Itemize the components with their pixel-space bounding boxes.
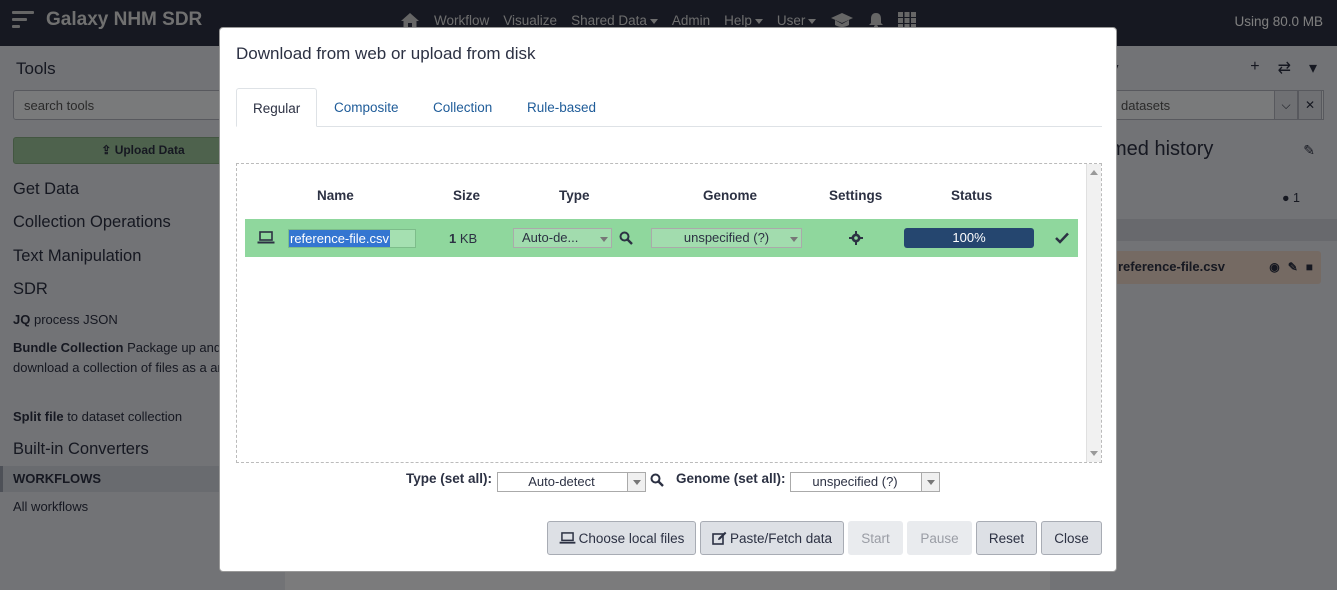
edit-icon	[712, 531, 727, 545]
start-button[interactable]: Start	[848, 521, 903, 555]
choose-local-files-button[interactable]: Choose local files	[547, 521, 696, 555]
search-icon[interactable]	[619, 219, 633, 257]
paste-label: Paste/Fetch data	[729, 530, 833, 546]
file-name-text: reference-file.csv	[289, 229, 390, 247]
close-button[interactable]: Close	[1041, 521, 1102, 555]
laptop-icon	[257, 219, 275, 257]
reset-button[interactable]: Reset	[976, 521, 1037, 555]
upload-row: reference-file.csv 1 KB Auto-de... unspe…	[245, 219, 1078, 257]
choose-label: Choose local files	[578, 530, 685, 546]
col-name: Name	[317, 188, 354, 203]
col-status: Status	[951, 188, 993, 203]
size-value: 1	[449, 230, 457, 246]
upload-progress: 100%	[904, 228, 1034, 248]
gear-icon[interactable]	[849, 219, 863, 257]
scroll-up-arrow[interactable]	[1090, 170, 1098, 175]
file-type-select[interactable]: Auto-de...	[513, 228, 612, 248]
file-name-input[interactable]: reference-file.csv	[288, 228, 416, 248]
file-size: 1 KB	[449, 219, 477, 257]
tab-rule-based[interactable]: Rule-based	[511, 88, 612, 127]
search-icon[interactable]	[650, 473, 664, 490]
type-set-all-label: Type (set all):	[406, 471, 493, 486]
dialog-title: Download from web or upload from disk	[236, 44, 536, 63]
col-genome: Genome	[703, 188, 758, 203]
scrollbar[interactable]	[1086, 164, 1101, 462]
type-set-all-select[interactable]: Auto-detect	[497, 472, 646, 492]
upload-dialog: Download from web or upload from disk Re…	[219, 27, 1117, 572]
col-type: Type	[559, 188, 590, 203]
laptop-icon	[559, 531, 575, 544]
col-size: Size	[453, 188, 481, 203]
genome-value: unspecified (?)	[683, 230, 770, 245]
tab-regular[interactable]: Regular	[236, 88, 318, 127]
type-set-all-value: Auto-detect	[528, 474, 595, 489]
scroll-down-arrow[interactable]	[1090, 451, 1098, 456]
col-settings: Settings	[829, 188, 883, 203]
genome-select[interactable]: unspecified (?)	[651, 228, 802, 248]
genome-set-all-value: unspecified (?)	[812, 474, 898, 489]
progress-label: 100%	[952, 230, 986, 245]
genome-set-all-label: Genome (set all):	[676, 471, 786, 486]
pause-button[interactable]: Pause	[907, 521, 972, 555]
tab-composite[interactable]: Composite	[318, 88, 415, 127]
paste-fetch-button[interactable]: Paste/Fetch data	[700, 521, 844, 555]
check-icon	[1055, 219, 1069, 257]
upload-tabs: Regular Composite Collection Rule-based	[236, 88, 1102, 127]
upload-file-list: Name Size Type Genome Settings Status re…	[236, 163, 1102, 463]
genome-set-all-select[interactable]: unspecified (?)	[790, 472, 940, 492]
size-unit: KB	[459, 230, 478, 246]
tab-collection[interactable]: Collection	[417, 88, 508, 127]
file-type-value: Auto-de...	[522, 230, 579, 245]
